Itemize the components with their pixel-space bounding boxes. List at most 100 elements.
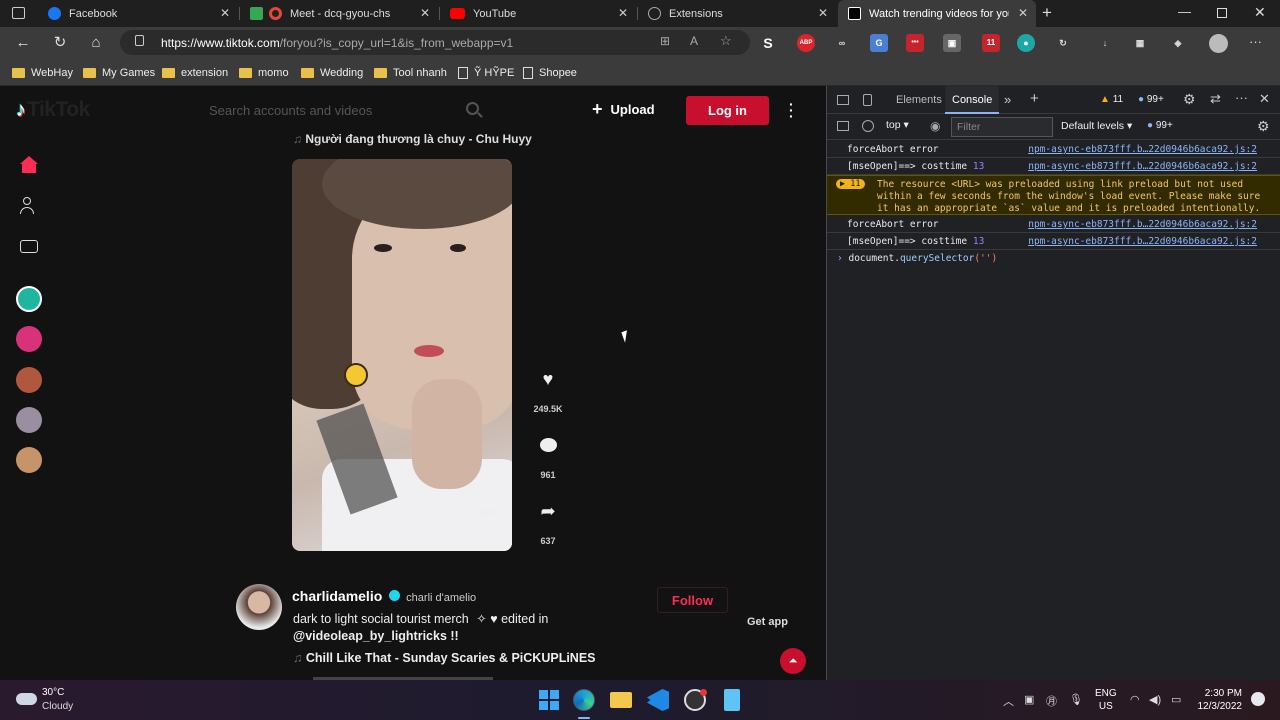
song-info[interactable]: ♫ Người đang thương là chuy - Chu Huyy — [293, 132, 532, 146]
bookmark-shopee[interactable]: Shopee — [523, 64, 577, 82]
heart-icon[interactable]: ♥ — [531, 362, 565, 396]
more-menu-icon[interactable]: ··· — [1249, 34, 1262, 49]
bookmark-momo[interactable]: momo — [239, 64, 289, 82]
context-select[interactable]: top ▾ — [883, 119, 921, 135]
close-devtools-icon[interactable]: ✕ — [1259, 91, 1270, 107]
bookmark-webhay[interactable]: WebHay — [12, 64, 73, 82]
sidebar-toggle-icon[interactable] — [837, 121, 849, 131]
avatar[interactable] — [16, 326, 42, 352]
battery-icon[interactable]: ▭ — [1171, 693, 1181, 706]
song-info[interactable]: ♫ Chill Like That - Sunday Scaries & PiC… — [293, 651, 596, 665]
extension-dots-icon[interactable]: ••• — [906, 34, 924, 52]
avatar[interactable] — [16, 367, 42, 393]
mute-icon[interactable]: ◀✕ — [477, 505, 498, 521]
close-window-button[interactable]: ✕ — [1254, 4, 1266, 21]
settings-icon[interactable]: ⚙ — [1183, 91, 1196, 108]
extensions-puzzle-icon[interactable]: ↻ — [1054, 34, 1072, 52]
search-input[interactable]: Search accounts and videos — [192, 97, 492, 123]
console-warning[interactable]: ▶ 11 The resource <URL> was preloaded us… — [827, 175, 1280, 215]
extension-s-icon[interactable]: S — [759, 34, 777, 52]
url-input[interactable]: https://www.tiktok.com/foryou?is_copy_ur… — [120, 30, 750, 55]
more-options-icon[interactable]: · · · — [789, 97, 794, 123]
avatar[interactable] — [236, 584, 282, 630]
vscode-icon[interactable] — [647, 689, 669, 711]
bookmark-tool-nhanh[interactable]: Tool nhanh — [374, 64, 447, 82]
close-tab-icon[interactable]: ✕ — [618, 6, 628, 20]
follow-button[interactable]: Follow — [657, 587, 728, 613]
volume-icon[interactable]: ◀) — [1149, 693, 1161, 706]
microphone-icon[interactable]: 🎙 — [1069, 693, 1083, 706]
tab-console[interactable]: Console — [945, 86, 1000, 114]
chevron-up-icon[interactable]: ︿ — [1003, 693, 1014, 709]
tab-meet[interactable]: Meet - dcq-gyou-chs ✕ — [240, 0, 438, 27]
tab-elements[interactable]: Elements — [896, 94, 942, 106]
close-tab-icon[interactable]: ✕ — [420, 6, 430, 20]
upload-button[interactable]: + Upload — [592, 100, 655, 118]
back-button[interactable]: ← — [12, 32, 34, 54]
refresh-button[interactable]: ↻ — [49, 32, 71, 54]
extension-glasses-icon[interactable]: ∞ — [833, 34, 851, 52]
bookmark-hype[interactable]: Ỹ HỸPE — [458, 64, 514, 82]
tab-tiktok[interactable]: Watch trending videos for you | ✕ — [838, 0, 1036, 27]
close-tab-icon[interactable]: ✕ — [1018, 6, 1028, 20]
notification-icon[interactable] — [1251, 692, 1265, 706]
maximize-button[interactable] — [1217, 8, 1227, 18]
shield-icon[interactable]: ◈ — [1169, 34, 1187, 52]
avatar[interactable] — [16, 407, 42, 433]
language-indicator[interactable]: ENG US — [1095, 687, 1117, 713]
close-tab-icon[interactable]: ✕ — [220, 6, 230, 20]
favorite-icon[interactable]: ☆ — [720, 33, 732, 49]
bookmark-extension[interactable]: extension — [162, 64, 228, 82]
more-tabs-icon[interactable]: » — [1004, 92, 1011, 107]
profile-avatar[interactable] — [1209, 34, 1228, 53]
minimize-button[interactable]: — — [1178, 4, 1191, 19]
share-action[interactable]: ➦ 637 — [531, 494, 565, 547]
download-icon[interactable]: ↓ — [1096, 34, 1114, 52]
read-aloud-icon[interactable]: A — [690, 34, 698, 48]
bookmark-wedding[interactable]: Wedding — [301, 64, 363, 82]
console-input[interactable]: › document.querySelector('') — [827, 250, 1280, 268]
source-link[interactable]: npm-async-eb873fff.b…22d0946b6aca92.js:2 — [1028, 161, 1257, 172]
home-icon[interactable] — [20, 156, 38, 173]
live-expression-icon[interactable]: ◉ — [930, 119, 940, 133]
app-available-icon[interactable]: ⊞ — [660, 34, 670, 48]
extension-box-icon[interactable]: ▣ — [943, 34, 961, 52]
close-tab-icon[interactable]: ✕ — [818, 6, 828, 20]
following-icon[interactable] — [20, 197, 40, 215]
clear-console-icon[interactable] — [862, 120, 874, 132]
avatar[interactable] — [16, 447, 42, 473]
share-icon[interactable]: ➦ — [531, 494, 565, 528]
like-action[interactable]: ♥ 249.5K — [531, 362, 565, 415]
tab-youtube[interactable]: YouTube ✕ — [440, 0, 636, 27]
video-player[interactable]: ◀✕ — [292, 159, 512, 551]
mention-link[interactable]: @videoleap_by_lightricks !! — [293, 629, 459, 643]
levels-select[interactable]: Default levels ▾ — [1061, 120, 1132, 132]
extension-circle-icon[interactable]: ● — [1017, 34, 1035, 52]
issues-count-badge[interactable]: ● 99+ — [1147, 120, 1173, 131]
comment-action[interactable]: 961 — [531, 428, 565, 480]
wifi-icon[interactable]: ◠ — [1130, 693, 1140, 706]
tab-extensions[interactable]: Extensions ✕ — [638, 0, 836, 27]
customize-icon[interactable]: ⇄ — [1210, 91, 1221, 107]
login-button[interactable]: Log in — [686, 96, 769, 125]
author-info[interactable]: charlidamelio charli d'amelio — [292, 588, 476, 606]
file-explorer-icon[interactable] — [610, 692, 632, 708]
console-settings-icon[interactable]: ⚙ — [1257, 118, 1270, 135]
more-menu-icon[interactable]: ··· — [1235, 90, 1248, 105]
add-tab-icon[interactable]: + — [1030, 90, 1039, 107]
source-link[interactable]: npm-async-eb873fff.b…22d0946b6aca92.js:2 — [1028, 144, 1257, 155]
new-tab-button[interactable]: + — [1042, 3, 1052, 23]
issues-badge[interactable]: ● 99+ — [1138, 94, 1164, 105]
edge-icon[interactable] — [573, 689, 595, 711]
source-link[interactable]: npm-async-eb873fff.b…22d0946b6aca92.js:2 — [1028, 219, 1257, 230]
notepad-icon[interactable] — [724, 689, 740, 711]
live-icon[interactable] — [20, 240, 38, 253]
get-app-button[interactable]: Get app — [747, 616, 788, 628]
avatar[interactable] — [16, 286, 42, 312]
collections-icon[interactable]: ▦ — [1131, 34, 1149, 52]
translate-icon[interactable]: G — [870, 34, 888, 52]
clock[interactable]: 2:30 PM 12/3/2022 — [1196, 687, 1243, 713]
tab-facebook[interactable]: Facebook ✕ — [38, 0, 238, 27]
comment-icon[interactable] — [531, 428, 565, 462]
ime-icon[interactable]: ㊊ — [1046, 693, 1057, 709]
